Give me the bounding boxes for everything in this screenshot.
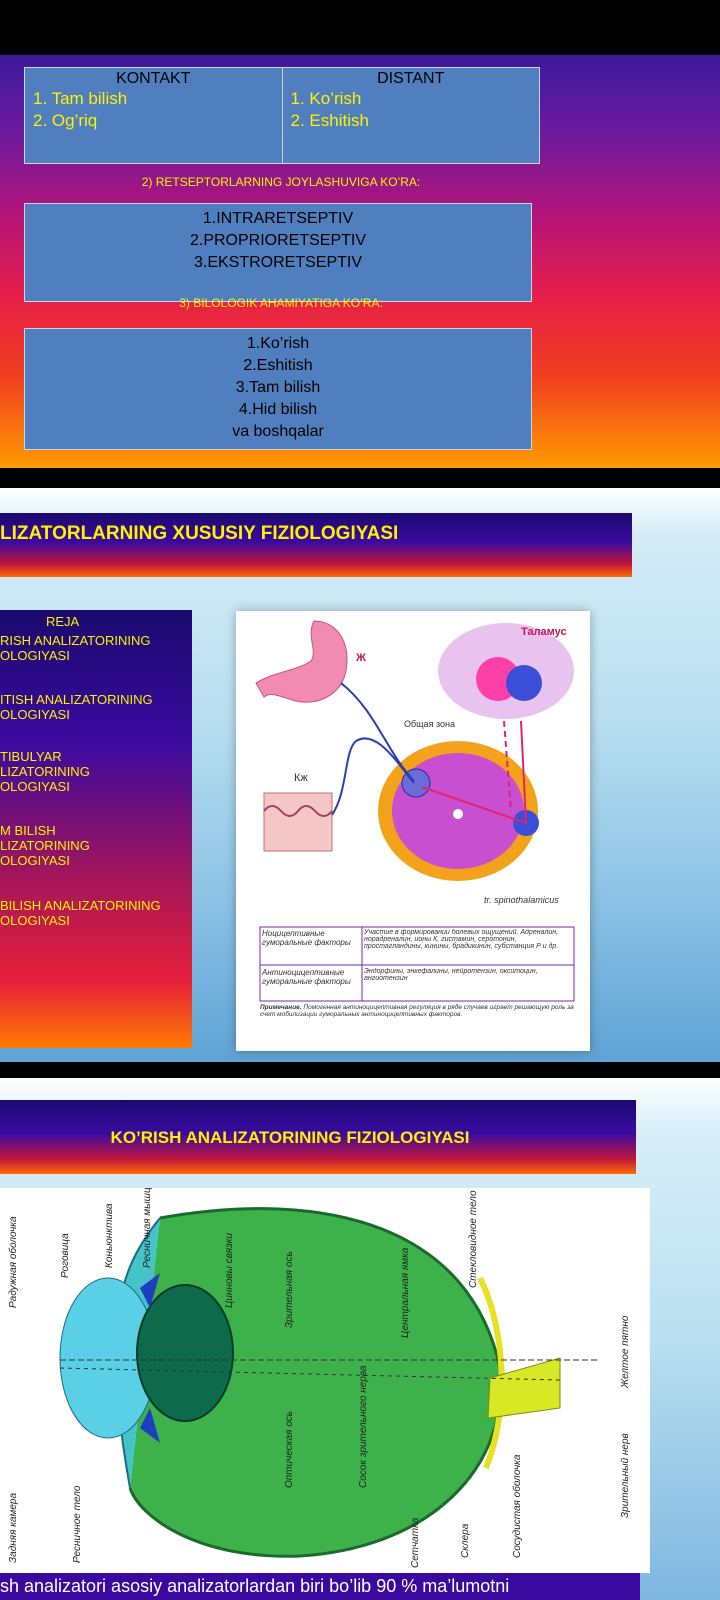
biological-item: va boshqalar bbox=[232, 423, 324, 440]
receptor-type-table: KONTAKT 1. Tam bilish 2. Og’riq DISTANT … bbox=[24, 67, 540, 164]
central-canal bbox=[453, 809, 463, 819]
note-text: Помогенная антиноцицептивная регуляция в… bbox=[260, 1004, 574, 1018]
plan-item: ITISH ANALIZATORINING OLOGIYASI bbox=[0, 692, 153, 722]
label-optic-disc: Сосок зрительного нерва bbox=[358, 1365, 369, 1488]
thalamus-nucleus bbox=[506, 665, 542, 701]
label-zonule: Цинновы связки bbox=[224, 1233, 235, 1308]
location-item: 1.INTRARETSEPTIV bbox=[202, 210, 354, 227]
slide-vision-physiology: KO’RISH ANALIZATORINING FIZIOLOGIYASI Ра… bbox=[0, 1078, 720, 1600]
skin-label: Кж bbox=[294, 772, 308, 784]
contact-item: 1. Tam bilish bbox=[33, 89, 128, 108]
label-optic-nerve: Зрительный нерв bbox=[620, 1433, 631, 1518]
slide-title-bar: KO’RISH ANALIZATORINING FIZIOLOGIYASI bbox=[0, 1100, 636, 1174]
table-cell: Участие в формировании болевых ощущений.… bbox=[364, 929, 559, 950]
location-item: 2.PROPRIORETSEPTIV bbox=[189, 232, 367, 249]
plan-item-line: OLOGIYASI bbox=[0, 707, 70, 722]
location-box: 1.INTRARETSEPTIV 2.PROPRIORETSEPTIV 3.EK… bbox=[24, 203, 532, 302]
label-vitreous: Стекловидное тело bbox=[468, 1190, 479, 1288]
biological-caption: 3) BILOLOGIK AHAMIYATIGA KO’RA: bbox=[179, 296, 383, 310]
plan-item-line: ITISH ANALIZATORINING bbox=[0, 692, 153, 707]
plan-item: TIBULYAR LIZATORINING OLOGIYASI bbox=[0, 749, 90, 794]
contact-header: KONTAKT bbox=[116, 70, 191, 87]
distant-item: 1. Ko’rish bbox=[290, 89, 362, 108]
slide-classification: KONTAKT 1. Tam bilish 2. Og’riq DISTANT … bbox=[0, 55, 720, 468]
plan-panel: REJA RISH ANALIZATORINING OLOGIYASI ITIS… bbox=[0, 610, 192, 1048]
location-item: 3.EKSTRORETSEPTIV bbox=[193, 254, 363, 271]
caption-text: sh analizatori asosiy analizatorlardan b… bbox=[0, 1576, 510, 1596]
location-caption: 2) RETSEPTORLARNING JOYLASHUVIGA KO’RA: bbox=[141, 175, 421, 189]
biological-item: 4.Hid bilish bbox=[238, 401, 318, 418]
plan-item-line: BILISH ANALIZATORINING bbox=[0, 898, 161, 913]
label-ciliary-body: Ресничное тело bbox=[72, 1485, 83, 1563]
plan-item: RISH ANALIZATORINING OLOGIYASI bbox=[0, 633, 151, 663]
biological-item: 1.Ko’rish bbox=[246, 335, 310, 352]
slide-private-physiology: LIZATORLARNING XUSUSIY FIZIOLOGIYASI REJ… bbox=[0, 488, 720, 1062]
lens-shape bbox=[136, 1284, 234, 1422]
biological-box: 1.Ko’rish 2.Eshitish 3.Tam bilish 4.Hid … bbox=[24, 328, 532, 450]
plan-item-line: RISH ANALIZATORINING bbox=[0, 633, 151, 648]
table-cell: Антиноцицептивные гуморальные факторы bbox=[262, 968, 351, 986]
label-cornea: Роговица bbox=[60, 1233, 71, 1278]
tract-label: tr. spinothalamicus bbox=[484, 895, 559, 905]
slide-title-bar: LIZATORLARNING XUSUSIY FIZIOLOGIYASI bbox=[0, 513, 632, 577]
note-title: Примечание. bbox=[260, 1004, 302, 1011]
label-posterior-chamber: Задняя камера bbox=[8, 1493, 19, 1563]
plan-item: M BILISH LIZATORINING OLOGIYASI bbox=[0, 823, 90, 868]
eye-diagram: Радужная оболочка Роговица Коньюнктива Р… bbox=[0, 1181, 650, 1573]
plan-item: BILISH ANALIZATORINING OLOGIYASI bbox=[0, 898, 161, 928]
pain-pathway-illustration: Таламус Ж Кж Общая зона tr. spinothalami… bbox=[255, 620, 575, 1018]
biological-item: 2.Eshitish bbox=[243, 357, 313, 374]
plan-item-line: OLOGIYASI bbox=[0, 779, 70, 794]
contact-column: KONTAKT 1. Tam bilish 2. Og’riq bbox=[25, 68, 282, 163]
label-optical-axis: Оптическая ось bbox=[284, 1411, 295, 1488]
label-iris: Радужная оболочка bbox=[7, 1216, 19, 1308]
plan-item-line: OLOGIYASI bbox=[0, 648, 70, 663]
plan-item-line: LIZATORINING bbox=[0, 764, 90, 779]
plan-title: REJA bbox=[46, 614, 80, 629]
stomach-label: Ж bbox=[355, 652, 366, 664]
plan-item-line: OLOGIYASI bbox=[0, 853, 70, 868]
diagram-note: Примечание. Помогенная антиноцицептивная… bbox=[260, 1004, 574, 1018]
label-fovea: Центральная ямка bbox=[400, 1247, 411, 1338]
table-cell: Ноцицептивные гуморальные факторы bbox=[262, 929, 351, 947]
label-choroid: Сосудистая оболочка bbox=[511, 1454, 523, 1558]
distant-header: DISTANT bbox=[377, 70, 445, 87]
label-visual-axis: Зрительная ось bbox=[284, 1251, 295, 1328]
eye-anatomy-illustration: Радужная оболочка Роговица Коньюнктива Р… bbox=[7, 1181, 631, 1568]
contact-item: 2. Og’riq bbox=[33, 111, 98, 130]
label-macula: Желтое пятно bbox=[620, 1315, 631, 1389]
label-sclera: Склера bbox=[460, 1523, 471, 1558]
plan-item-line: OLOGIYASI bbox=[0, 913, 70, 928]
common-zone-label: Общая зона bbox=[404, 719, 455, 729]
table-cell: Эндорфины, энкефалины, нейротензин, окси… bbox=[364, 968, 538, 982]
thalamus-label: Таламус bbox=[521, 626, 567, 638]
distant-item: 2. Eshitish bbox=[290, 111, 369, 130]
biological-item: 3.Tam bilish bbox=[235, 379, 321, 396]
caption-strip: sh analizatori asosiy analizatorlardan b… bbox=[0, 1573, 640, 1600]
visceral-fiber bbox=[340, 682, 415, 782]
label-conjunctiva: Коньюнктива bbox=[104, 1203, 115, 1268]
plan-item-line: TIBULYAR bbox=[0, 749, 62, 764]
skin-section bbox=[263, 792, 333, 852]
pain-pathway-diagram: Таламус Ж Кж Общая зона tr. spinothalami… bbox=[236, 611, 590, 1051]
plan-item-line: LIZATORINING bbox=[0, 838, 90, 853]
slide-title: KO’RISH ANALIZATORINING FIZIOLOGIYASI bbox=[110, 1128, 470, 1147]
slide-title: LIZATORLARNING XUSUSIY FIZIOLOGIYASI bbox=[0, 523, 399, 544]
distant-column: DISTANT 1. Ko’rish 2. Eshitish bbox=[281, 68, 540, 163]
label-retina: Сетчатка bbox=[410, 1517, 421, 1568]
plan-item-line: M BILISH bbox=[0, 823, 56, 838]
stomach-shape bbox=[255, 620, 348, 703]
label-ciliary-muscle: Ресничная мышца bbox=[142, 1188, 153, 1268]
